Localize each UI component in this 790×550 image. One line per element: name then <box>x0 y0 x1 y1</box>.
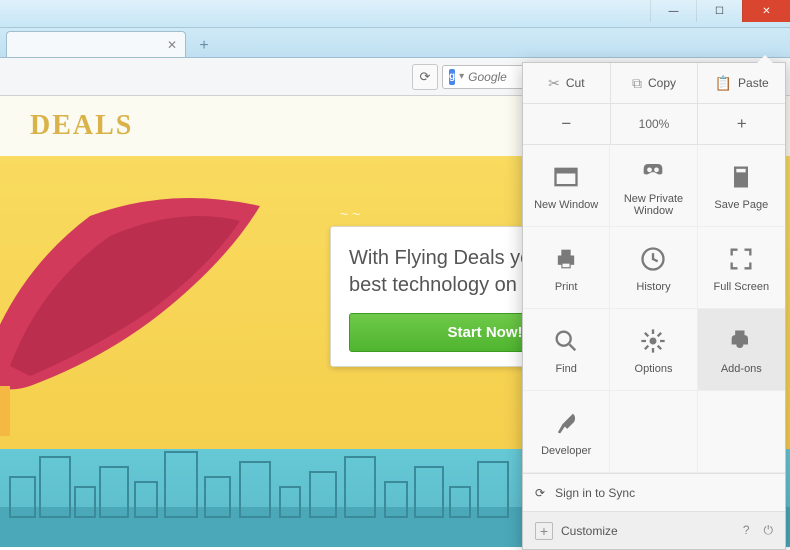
new-window-icon <box>550 161 582 193</box>
paste-icon: 📋 <box>715 75 732 92</box>
menu-item-label: History <box>636 281 670 293</box>
history-icon <box>637 243 669 275</box>
save-page-icon <box>725 161 757 193</box>
cut-icon: ✂ <box>548 75 560 92</box>
menu-item-label: Print <box>555 281 578 293</box>
tab-strip: ✕ + <box>0 28 790 58</box>
superhero-illustration <box>0 176 290 436</box>
addons-icon <box>725 325 757 357</box>
new-tab-button[interactable]: + <box>190 35 218 57</box>
new-private-icon <box>637 155 669 187</box>
help-icon[interactable]: ? <box>743 523 750 538</box>
developer-icon <box>550 407 582 439</box>
fullscreen-icon <box>725 243 757 275</box>
menu-item-label: New Window <box>534 199 598 211</box>
window-titlebar: — ☐ ✕ <box>0 0 790 28</box>
window-maximize-button[interactable]: ☐ <box>696 0 742 22</box>
menu-item-save-page[interactable]: Save Page <box>698 145 785 227</box>
menu-edit-row: ✂Cut ⧉Copy 📋Paste <box>523 63 785 104</box>
zoom-value: 100% <box>611 104 699 144</box>
menu-item-new-window[interactable]: New Window <box>523 145 610 227</box>
menu-item-empty <box>698 391 785 473</box>
search-engine-icon: g <box>449 69 455 85</box>
menu-item-fullscreen[interactable]: Full Screen <box>698 227 785 309</box>
menu-customize[interactable]: + Customize <box>535 522 618 540</box>
menu-item-new-private[interactable]: New Private Window <box>610 145 697 227</box>
menu-zoom-row: − 100% + <box>523 104 785 145</box>
menu-item-print[interactable]: Print <box>523 227 610 309</box>
customize-icon: + <box>535 522 553 540</box>
copy-icon: ⧉ <box>632 75 642 92</box>
browser-tab[interactable]: ✕ <box>6 31 186 57</box>
hamburger-menu-panel: ✂Cut ⧉Copy 📋Paste − 100% + New WindowNew… <box>522 62 786 550</box>
tab-close-icon[interactable]: ✕ <box>167 38 177 52</box>
sync-icon: ⟳ <box>535 486 545 500</box>
options-icon <box>637 325 669 357</box>
power-icon[interactable]: ⏻ <box>764 523 774 538</box>
menu-item-label: Options <box>635 363 673 375</box>
menu-item-label: New Private Window <box>614 193 692 217</box>
menu-item-addons[interactable]: Add-ons <box>698 309 785 391</box>
window-minimize-button[interactable]: — <box>650 0 696 22</box>
menu-item-label: Add-ons <box>721 363 762 375</box>
menu-paste[interactable]: 📋Paste <box>698 63 785 103</box>
zoom-out-button[interactable]: − <box>523 104 611 144</box>
menu-item-label: Full Screen <box>714 281 770 293</box>
menu-item-empty <box>610 391 697 473</box>
site-logo: DEALS <box>30 110 133 142</box>
window-close-button[interactable]: ✕ <box>742 0 790 22</box>
dropdown-icon[interactable]: ▾ <box>459 71 464 82</box>
menu-item-developer[interactable]: Developer <box>523 391 610 473</box>
menu-item-label: Find <box>555 363 576 375</box>
menu-copy[interactable]: ⧉Copy <box>611 63 699 103</box>
menu-grid: New Window New Private Window Save Page Pri… <box>523 145 785 473</box>
menu-item-find[interactable]: Find <box>523 309 610 391</box>
menu-item-options[interactable]: Options <box>610 309 697 391</box>
menu-cut[interactable]: ✂Cut <box>523 63 611 103</box>
menu-item-label: Save Page <box>714 199 768 211</box>
menu-item-label: Developer <box>541 445 591 457</box>
print-icon <box>550 243 582 275</box>
menu-sync[interactable]: ⟳ Sign in to Sync <box>523 473 785 511</box>
menu-footer: + Customize ? ⏻ <box>523 511 785 549</box>
menu-item-history[interactable]: History <box>610 227 697 309</box>
zoom-in-button[interactable]: + <box>698 104 785 144</box>
reload-button[interactable]: ⟳ <box>412 64 438 90</box>
find-icon <box>550 325 582 357</box>
